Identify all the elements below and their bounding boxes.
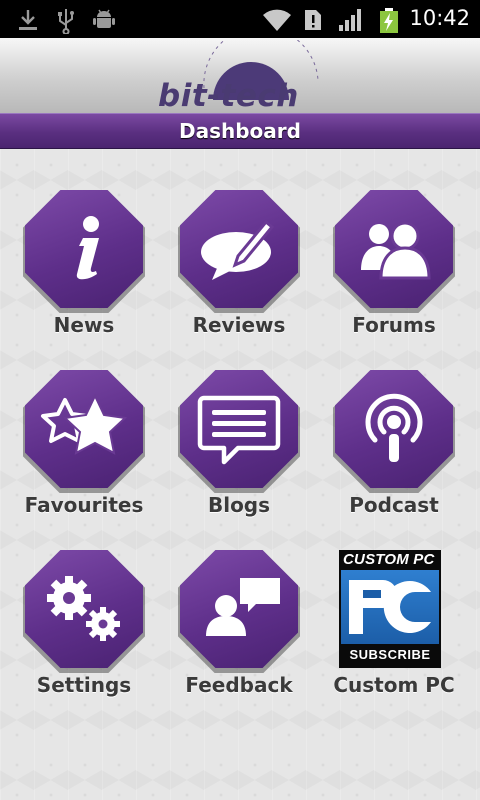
signal-icon: [339, 9, 361, 31]
tile-podcast[interactable]: Podcast: [329, 370, 459, 530]
tile-feedback[interactable]: Feedback: [174, 550, 304, 710]
tile-label: Podcast: [349, 493, 439, 517]
tile-reviews[interactable]: Reviews: [174, 190, 304, 350]
app-header: bit-tech: [0, 38, 480, 114]
tile-blogs[interactable]: Blogs: [174, 370, 304, 530]
usb-icon: [58, 9, 74, 34]
wifi-icon: [263, 9, 291, 31]
tile-label: Blogs: [207, 493, 271, 517]
android-debug-icon: [93, 9, 115, 28]
stars-icon: [41, 393, 128, 455]
tile-forums[interactable]: Forums: [329, 190, 459, 350]
logo-text: bit-tech: [158, 78, 299, 114]
download-icon: [19, 10, 37, 30]
tile-news[interactable]: News: [19, 190, 149, 350]
tile-label: Reviews: [192, 313, 286, 337]
podcast-icon: [365, 393, 423, 462]
bit-tech-logo: bit-tech: [158, 40, 328, 114]
custom-pc-logo: CUSTOM PC SUBSCRIBE: [339, 550, 441, 668]
message-lines-icon: [197, 395, 281, 465]
users-icon: [361, 221, 431, 280]
title-bar: Dashboard: [0, 113, 480, 149]
info-icon: [76, 216, 99, 280]
sim-alert-icon: [305, 10, 321, 30]
battery-charging-icon: [380, 8, 398, 33]
gears-icon: [47, 576, 120, 641]
tile-settings[interactable]: Settings: [19, 550, 149, 710]
clock: 10:42: [409, 6, 470, 30]
custom-pc-badge: [341, 570, 439, 644]
tile-label: Favourites: [24, 493, 144, 517]
speech-bubble-pen-icon: [201, 219, 275, 280]
page-title: Dashboard: [179, 119, 301, 143]
tile-label: Settings: [36, 673, 132, 697]
tile-label: News: [53, 313, 115, 337]
person-speech-icon: [206, 578, 280, 636]
tile-label: Feedback: [185, 673, 293, 697]
custom-pc-top-text: CUSTOM PC: [343, 551, 435, 568]
tile-label: Custom PC: [333, 673, 455, 697]
tile-custom-pc[interactable]: CUSTOM PC SUBSCRIBE Custom PC: [329, 550, 459, 710]
tile-favourites[interactable]: Favourites: [19, 370, 149, 530]
custom-pc-subscribe-text: SUBSCRIBE: [349, 647, 431, 662]
tile-label: Forums: [352, 313, 436, 337]
status-bar: 10:42: [0, 0, 480, 38]
